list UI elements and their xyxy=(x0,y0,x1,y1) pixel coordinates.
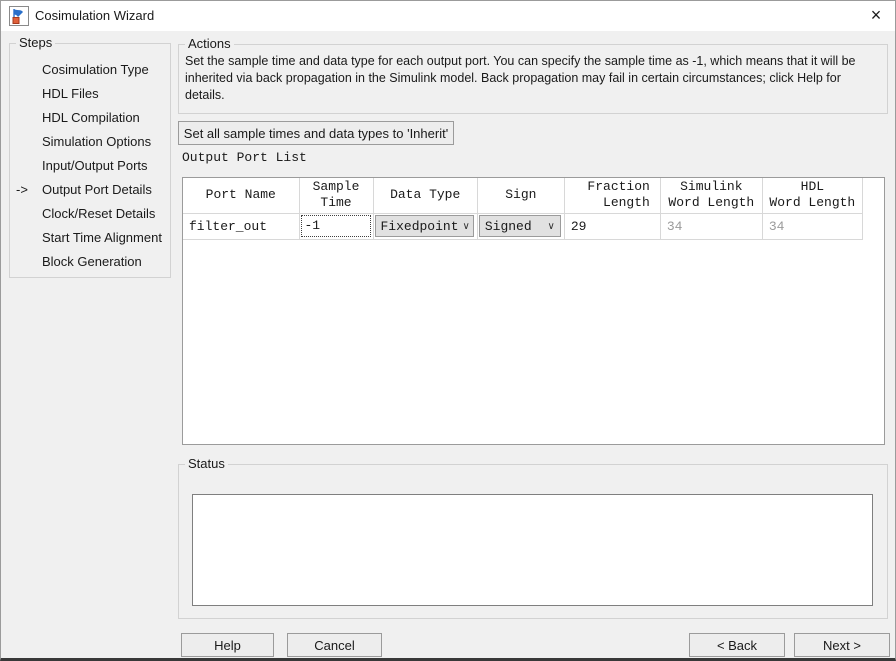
titlebar[interactable]: Cosimulation Wizard × xyxy=(1,1,895,31)
step-item-hdl-files: HDL Files xyxy=(10,82,170,106)
col-header-data-type: Data Type xyxy=(373,178,477,213)
step-item-output-port-details: ->Output Port Details xyxy=(10,178,170,202)
fraction-length-value: 29 xyxy=(565,219,660,234)
table-row: filter_out -1 Fixedpoint ∨ Signed ∨ xyxy=(183,213,862,239)
step-item-simulation-options: Simulation Options xyxy=(10,130,170,154)
step-item-block-generation: Block Generation xyxy=(10,250,170,274)
chevron-down-icon: ∨ xyxy=(544,221,555,232)
col-header-fraction-length: Fraction Length xyxy=(564,178,660,213)
help-button[interactable]: Help xyxy=(181,633,274,657)
next-button[interactable]: Next > xyxy=(794,633,890,657)
col-header-sign: Sign xyxy=(477,178,564,213)
step-item-input-output-ports: Input/Output Ports xyxy=(10,154,170,178)
cancel-button[interactable]: Cancel xyxy=(287,633,382,657)
active-step-marker: -> xyxy=(16,178,42,202)
table-header-row: Port Name Sample Time Data Type Sign Fra… xyxy=(183,178,862,213)
back-button[interactable]: < Back xyxy=(689,633,785,657)
port-name-value: filter_out xyxy=(183,219,299,234)
steps-list: Cosimulation Type HDL Files HDL Compilat… xyxy=(10,58,170,274)
status-textarea[interactable] xyxy=(192,494,873,606)
data-type-dropdown[interactable]: Fixedpoint ∨ xyxy=(375,215,474,237)
actions-description: Set the sample time and data type for ea… xyxy=(185,53,883,104)
set-all-inherit-button[interactable]: Set all sample times and data types to '… xyxy=(178,121,454,145)
col-header-simulink-word-length: Simulink Word Length xyxy=(660,178,762,213)
status-group-label: Status xyxy=(185,456,228,472)
window-title: Cosimulation Wizard xyxy=(35,1,154,31)
simulink-word-length-value: 34 xyxy=(661,219,762,234)
sign-dropdown[interactable]: Signed ∨ xyxy=(479,215,561,237)
col-header-hdl-word-length: HDL Word Length xyxy=(762,178,862,213)
data-type-selected-value: Fixedpoint xyxy=(381,219,459,234)
step-item-start-time-alignment: Start Time Alignment xyxy=(10,226,170,250)
app-icon xyxy=(9,6,29,26)
col-header-port-name: Port Name xyxy=(183,178,299,213)
col-header-sample-time: Sample Time xyxy=(299,178,373,213)
output-port-list-label: Output Port List xyxy=(182,150,307,165)
sample-time-input[interactable]: -1 xyxy=(301,215,371,237)
cosimulation-wizard-window: Cosimulation Wizard × Steps Cosimulation… xyxy=(0,0,896,661)
hdl-word-length-value: 34 xyxy=(763,219,862,234)
output-port-table: Port Name Sample Time Data Type Sign Fra… xyxy=(182,177,885,445)
step-item-hdl-compilation: HDL Compilation xyxy=(10,106,170,130)
steps-panel: Steps Cosimulation Type HDL Files HDL Co… xyxy=(9,43,171,278)
close-icon[interactable]: × xyxy=(857,1,895,31)
actions-group-label: Actions xyxy=(185,36,234,52)
actions-panel: Actions Set the sample time and data typ… xyxy=(178,44,888,114)
status-panel: Status xyxy=(178,464,888,619)
chevron-down-icon: ∨ xyxy=(459,221,470,232)
step-item-cosimulation-type: Cosimulation Type xyxy=(10,58,170,82)
steps-group-label: Steps xyxy=(16,35,55,51)
sign-selected-value: Signed xyxy=(485,219,532,234)
step-item-clock-reset-details: Clock/Reset Details xyxy=(10,202,170,226)
